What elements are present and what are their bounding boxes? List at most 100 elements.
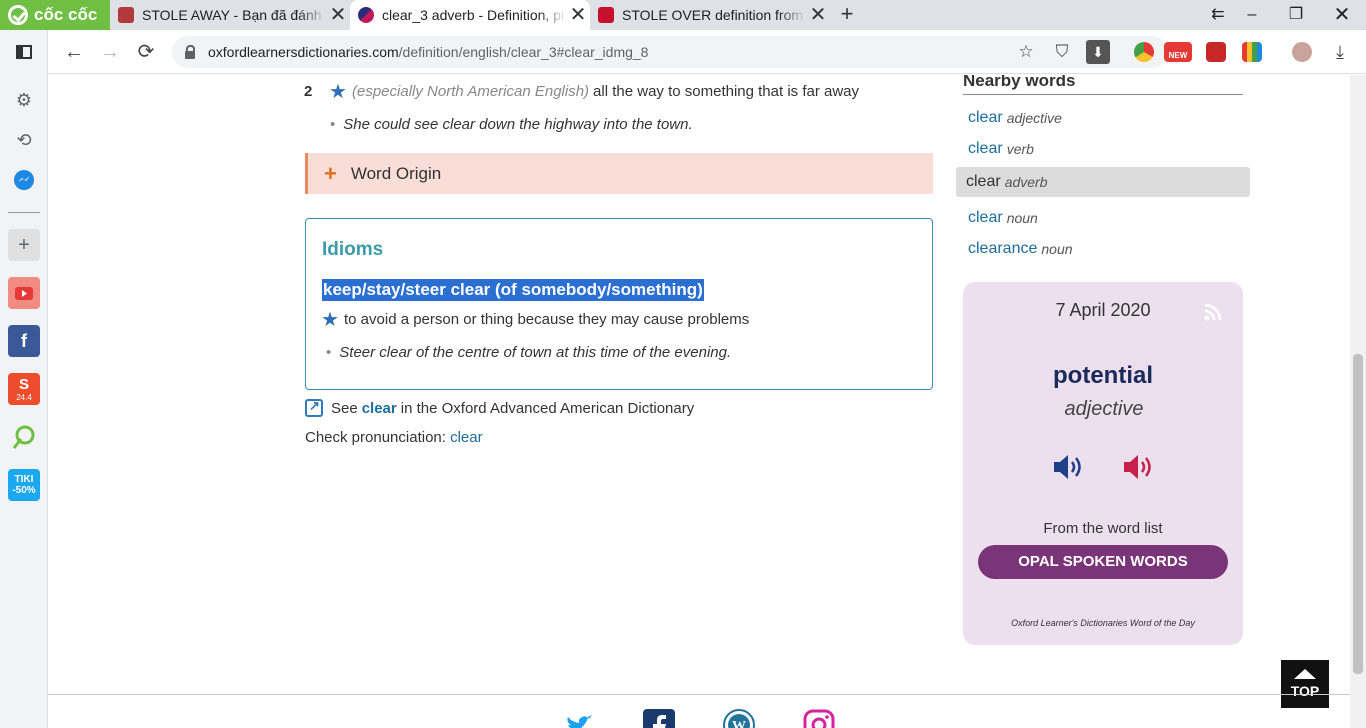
- messenger-icon[interactable]: [8, 164, 40, 196]
- shopee-icon[interactable]: S 24.4: [8, 373, 40, 405]
- sense-definition: all the way to something that is far awa…: [593, 83, 860, 100]
- word-of-the-day-card: 7 April 2020 potential adjective From th…: [963, 282, 1243, 645]
- university-shield-icon: [118, 7, 134, 23]
- download-page-icon[interactable]: ⬇: [1086, 40, 1110, 64]
- new-tab-button[interactable]: +: [836, 0, 858, 30]
- lock-icon: [184, 45, 196, 59]
- rss-feed-icon[interactable]: [1203, 302, 1223, 322]
- nearby-item[interactable]: clear adjective: [956, 103, 1250, 133]
- uk-pronunciation-speaker-icon[interactable]: [1051, 450, 1085, 484]
- sense-2: 2 (especially North American English) al…: [304, 83, 859, 100]
- nearby-word: clear: [966, 173, 1001, 190]
- url-text[interactable]: oxfordlearnersdictionaries.com/definitio…: [208, 44, 648, 60]
- downloads-icon[interactable]: ⤓: [1330, 42, 1350, 62]
- add-sidebar-app-icon[interactable]: +: [8, 229, 40, 261]
- check-pronunciation: Check pronunciation: clear: [305, 429, 483, 446]
- bookmark-star-icon[interactable]: ☆: [1014, 40, 1038, 64]
- tab-stole-away[interactable]: STOLE AWAY - Bạn đã đánh v ✕: [110, 0, 350, 30]
- nearby-pos: noun: [1006, 210, 1038, 226]
- close-tab-icon[interactable]: ✕: [326, 0, 350, 30]
- nearby-pos: noun: [1041, 241, 1073, 257]
- see-link[interactable]: clear: [362, 400, 397, 417]
- nearby-item[interactable]: clearance noun: [956, 234, 1250, 264]
- new-extension-icon[interactable]: NEW: [1164, 42, 1192, 62]
- wotd-word[interactable]: potential: [963, 362, 1243, 390]
- adblock-shield-icon[interactable]: ⛉: [1050, 40, 1074, 64]
- close-window-button[interactable]: ✕: [1322, 0, 1362, 30]
- idiom-example-text: Steer clear of the centre of town at thi…: [339, 344, 732, 361]
- sense-number: 2: [304, 83, 313, 100]
- color-picker-extension-icon[interactable]: [1242, 42, 1262, 62]
- svg-text:W: W: [732, 719, 746, 728]
- reload-button[interactable]: ⟳: [132, 38, 160, 66]
- sidebar-toggle-icon[interactable]: [8, 36, 40, 68]
- bullet-icon: •: [326, 344, 332, 361]
- opal-spoken-words-button[interactable]: OPAL SPOKEN WORDS: [978, 545, 1228, 579]
- profile-avatar[interactable]: [1292, 42, 1312, 62]
- tab-title: STOLE OVER definition from M: [622, 7, 806, 23]
- macmillan-favicon-icon: [598, 7, 614, 23]
- see-suffix: in the Oxford Advanced American Dictiona…: [400, 399, 695, 417]
- oxford-3000-star-icon: [322, 311, 338, 327]
- twitter-icon[interactable]: [563, 709, 595, 728]
- from-word-list-label: From the word list: [1043, 520, 1163, 537]
- close-tab-icon[interactable]: ✕: [566, 0, 590, 30]
- wotd-credit: Oxford Learner's Dictionaries Word of th…: [1011, 618, 1195, 628]
- nearby-word: clear: [968, 109, 1003, 126]
- idiom-phrase[interactable]: keep/stay/steer clear (of somebody/somet…: [322, 279, 704, 301]
- up-arrow-icon: [1294, 669, 1316, 679]
- back-to-top-button[interactable]: TOP: [1281, 660, 1329, 708]
- red-extension-icon[interactable]: [1206, 42, 1226, 62]
- pron-link[interactable]: clear: [450, 429, 483, 446]
- close-tab-icon[interactable]: ✕: [806, 0, 830, 30]
- page-scrollbar[interactable]: [1350, 75, 1366, 728]
- tab-stole-over[interactable]: STOLE OVER definition from M ✕: [590, 0, 830, 30]
- nearby-pos: adverb: [1004, 174, 1048, 190]
- us-pronunciation-speaker-icon[interactable]: [1121, 450, 1155, 484]
- coccoc-brand[interactable]: cốc cốc: [0, 0, 110, 30]
- minimize-button[interactable]: –: [1232, 0, 1272, 30]
- oxford-3000-star-icon: [330, 83, 346, 99]
- wordpress-icon[interactable]: W: [723, 709, 755, 728]
- settings-gear-icon[interactable]: ⚙: [8, 84, 40, 116]
- facebook-footer-icon[interactable]: [643, 709, 675, 728]
- restore-button[interactable]: ❐: [1276, 0, 1316, 30]
- shopee-badge: 24.4: [16, 393, 32, 402]
- external-link-icon: [305, 398, 323, 417]
- brand-name: cốc cốc: [34, 5, 98, 24]
- nearby-item[interactable]: clear noun: [956, 203, 1250, 233]
- tab-title: clear_3 adverb - Definition, pi: [382, 7, 565, 23]
- history-icon[interactable]: ⟲: [8, 124, 40, 156]
- wotd-date: 7 April 2020: [1055, 300, 1151, 320]
- nearby-word: clear: [968, 140, 1003, 157]
- nearby-pos: adjective: [1006, 110, 1062, 126]
- sidebar-divider: [8, 212, 40, 213]
- sense-labels: (especially North American English): [352, 83, 590, 100]
- forward-button[interactable]: →: [96, 38, 124, 66]
- nearby-words-heading: Nearby words: [963, 75, 1243, 95]
- facebook-icon[interactable]: f: [8, 325, 40, 357]
- bullet-icon: •: [330, 116, 336, 133]
- back-button[interactable]: ←: [60, 38, 88, 66]
- nearby-word: clear: [968, 209, 1003, 226]
- browser-toolbar: ← → ⟳ oxfordlearnersdictionaries.com/def…: [48, 30, 1366, 74]
- see-prefix: See: [331, 399, 358, 417]
- see-also: See clear in the Oxford Advanced America…: [305, 398, 695, 417]
- nearby-item[interactable]: clear verb: [956, 134, 1250, 164]
- nearby-item-current[interactable]: clear adverb: [956, 167, 1250, 197]
- chrome-extension-icon[interactable]: [1134, 42, 1154, 62]
- nearby-word: clearance: [968, 240, 1038, 257]
- coccoc-green-leaf-icon[interactable]: [8, 421, 40, 453]
- instagram-icon[interactable]: [803, 709, 835, 728]
- word-origin-toggle[interactable]: + Word Origin: [305, 153, 933, 194]
- tiki-icon[interactable]: TIKI -50%: [8, 469, 40, 501]
- tab-clear-adverb[interactable]: clear_3 adverb - Definition, pi ✕: [350, 0, 590, 30]
- youtube-icon[interactable]: [8, 277, 40, 309]
- tab-title: STOLE AWAY - Bạn đã đánh v: [142, 7, 326, 23]
- scrollbar-thumb[interactable]: [1353, 354, 1363, 674]
- address-bar[interactable]: oxfordlearnersdictionaries.com/definitio…: [172, 36, 1168, 68]
- idiom-example: • Steer clear of the centre of town at th…: [326, 344, 731, 361]
- ext-new-badge: NEW: [1168, 51, 1188, 60]
- word-origin-label: Word Origin: [350, 163, 442, 183]
- idiom-definition: to avoid a person or thing because they …: [322, 311, 749, 328]
